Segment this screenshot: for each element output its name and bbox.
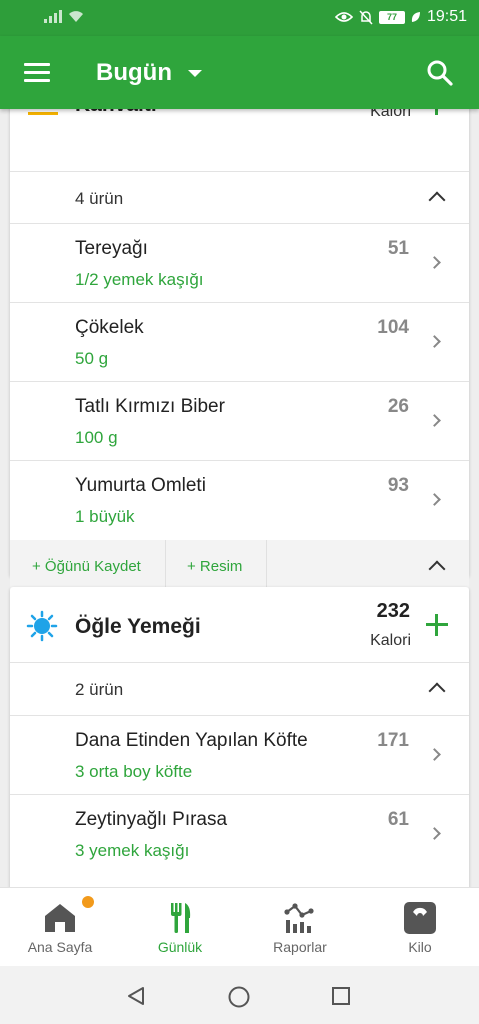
collapse-chevron-icon[interactable]: [428, 191, 446, 209]
meal-calories: 232: [376, 600, 410, 622]
nav-label: Raporlar: [273, 939, 327, 955]
food-row[interactable]: Tatlı Kırmızı Biber 100 g 26: [10, 382, 469, 461]
collapse-chevron-icon[interactable]: [428, 682, 446, 700]
date-selector-title[interactable]: Bugün: [96, 59, 172, 87]
item-count: 2 ürün: [75, 680, 124, 699]
sun-icon: [26, 610, 58, 642]
food-calories: 61: [387, 809, 409, 830]
nav-home[interactable]: Ana Sayfa: [0, 888, 120, 967]
nav-weight[interactable]: Kilo: [360, 888, 479, 967]
signal-icon: [44, 9, 62, 23]
home-icon: [45, 904, 75, 932]
chevron-right-icon: [428, 335, 441, 348]
food-name: Zeytinyağlı Pırasa: [75, 809, 228, 830]
wifi-icon: [69, 10, 83, 22]
food-calories: 51: [387, 238, 409, 259]
status-left: [44, 9, 84, 23]
sunrise-icon: [28, 112, 58, 115]
item-count: 4 ürün: [75, 189, 124, 208]
food-portion: 3 yemek kaşığı: [75, 841, 190, 860]
food-portion: 1 büyük: [75, 507, 135, 526]
food-name: Tatlı Kırmızı Biber: [75, 396, 225, 417]
meal-card-breakfast: Kahvaltı 274 Kalori 4 ürün Tereyağı 1/2 …: [10, 109, 469, 594]
food-name: Çökelek: [75, 317, 144, 338]
food-calories: 104: [377, 317, 409, 338]
meal-card-lunch: Öğle Yemeği 232 Kalori 2 ürün Dana Etind…: [10, 587, 469, 887]
chevron-right-icon: [428, 256, 441, 269]
meal-header[interactable]: Öğle Yemeği 232 Kalori: [10, 587, 469, 663]
food-calories: 93: [387, 475, 409, 496]
fork-knife-icon: [171, 903, 191, 933]
leaf-icon: [411, 12, 420, 22]
item-count-row[interactable]: 4 ürün: [10, 172, 469, 224]
nav-reports[interactable]: Raporlar: [240, 888, 360, 967]
app-bar: Bugün: [0, 36, 479, 109]
food-row[interactable]: Çökelek 50 g 104: [10, 303, 469, 382]
battery-icon: 77: [378, 10, 405, 24]
status-right: 77 19:51: [334, 8, 467, 26]
food-row[interactable]: Yumurta Omleti 1 büyük 93: [10, 461, 469, 540]
home-circle-icon[interactable]: [228, 986, 250, 1008]
recents-icon[interactable]: [331, 986, 351, 1006]
chart-icon: [284, 903, 314, 933]
meal-title: Kahvaltı: [75, 109, 157, 117]
food-calories: 171: [377, 730, 409, 751]
chevron-right-icon: [428, 493, 441, 506]
notification-badge: [82, 896, 94, 908]
item-count-row[interactable]: 2 ürün: [10, 663, 469, 716]
nav-label: Günlük: [157, 939, 203, 955]
food-portion: 50 g: [75, 349, 109, 368]
diary-content[interactable]: Kahvaltı 274 Kalori 4 ürün Tereyağı 1/2 …: [0, 109, 479, 887]
food-name: Dana Etinden Yapılan Köfte: [75, 730, 308, 751]
chevron-right-icon: [428, 748, 441, 761]
add-food-plus-icon[interactable]: [426, 614, 448, 636]
save-meal-button[interactable]: + Öğünü Kaydet: [10, 540, 166, 594]
system-navigation-bar: [0, 966, 479, 1024]
mute-bell-icon: [359, 9, 373, 25]
meal-action-bar: + Öğünü Kaydet + Resim: [10, 540, 469, 594]
food-portion: 100 g: [75, 428, 118, 447]
add-photo-button[interactable]: + Resim: [166, 540, 267, 594]
add-food-plus-icon[interactable]: [426, 109, 448, 115]
dropdown-caret-icon[interactable]: [188, 70, 202, 77]
food-row[interactable]: Tereyağı 1/2 yemek kaşığı 51: [10, 224, 469, 303]
status-time: 19:51: [426, 8, 467, 25]
food-portion: 3 orta boy köfte: [75, 762, 193, 781]
eye-icon: [334, 12, 353, 22]
food-row[interactable]: Dana Etinden Yapılan Köfte 3 orta boy kö…: [10, 716, 469, 795]
food-name: Yumurta Omleti: [75, 475, 206, 496]
food-row[interactable]: Zeytinyağlı Pırasa 3 yemek kaşığı 61: [10, 795, 469, 874]
nav-diary[interactable]: Günlük: [120, 888, 240, 967]
chevron-right-icon: [428, 827, 441, 840]
food-portion: 1/2 yemek kaşığı: [75, 270, 204, 289]
bottom-navigation: Ana Sayfa Günlük Raporlar Kilo: [0, 887, 479, 966]
food-name: Tereyağı: [75, 238, 148, 259]
meal-calories-unit: Kalori: [370, 632, 411, 649]
nav-label: Ana Sayfa: [27, 939, 93, 955]
scale-icon: [404, 902, 436, 934]
chevron-right-icon: [428, 414, 441, 427]
back-icon[interactable]: [126, 986, 146, 1006]
collapse-actions-chevron-icon[interactable]: [428, 560, 446, 578]
status-bar: 77 19:51: [0, 0, 479, 36]
search-icon[interactable]: [427, 60, 453, 86]
menu-icon[interactable]: [24, 63, 50, 83]
meal-calories-unit: Kalori: [370, 109, 411, 120]
nav-label: Kilo: [408, 939, 432, 955]
meal-title: Öğle Yemeği: [75, 615, 201, 638]
meal-header[interactable]: Kahvaltı 274 Kalori: [10, 109, 469, 172]
food-calories: 26: [387, 396, 409, 417]
